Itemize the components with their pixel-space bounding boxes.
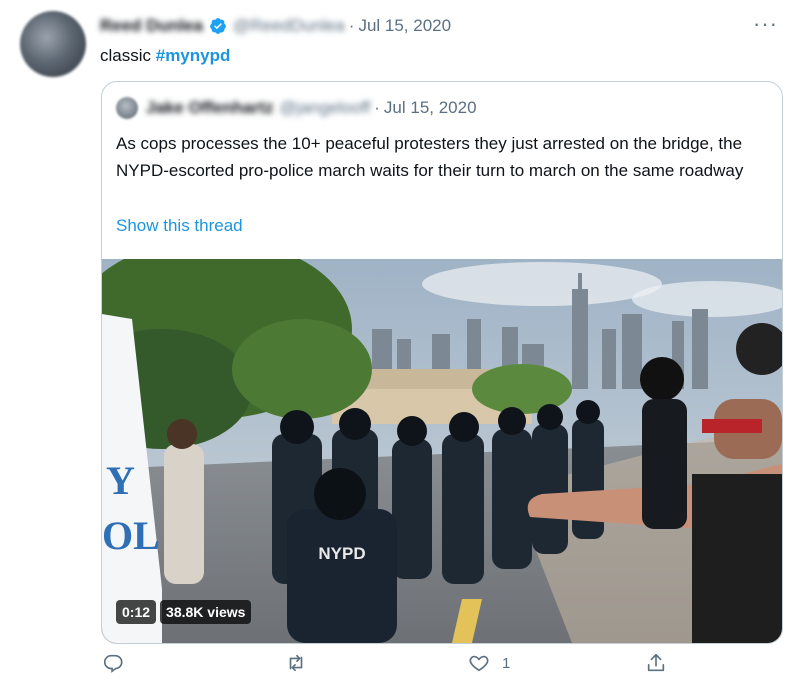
video-frame: NYPD Y OL xyxy=(102,259,782,643)
retweet-icon xyxy=(289,654,303,672)
tweet-date[interactable]: Jul 15, 2020 xyxy=(358,16,451,36)
video-duration: 0:12 xyxy=(116,600,157,624)
quoted-author-avatar xyxy=(116,97,138,119)
author-avatar[interactable] xyxy=(20,11,86,77)
share-button[interactable] xyxy=(645,652,679,674)
reply-icon xyxy=(103,654,123,673)
verified-badge-icon xyxy=(210,18,226,34)
quoted-header-separator: · xyxy=(374,98,380,117)
quoted-author-handle: @jangelooff xyxy=(279,98,371,117)
tweet-text-prefix: classic xyxy=(100,46,156,65)
tweet-text: classic #mynypd xyxy=(100,45,230,67)
hashtag-link[interactable]: #mynypd xyxy=(156,46,231,65)
reply-button[interactable] xyxy=(102,652,136,674)
quoted-tweet-date: Jul 15, 2020 xyxy=(383,98,477,117)
video-views: 38.8K views xyxy=(160,600,252,624)
like-button[interactable]: 1 xyxy=(468,652,510,674)
sign-text-1: Y xyxy=(106,458,135,503)
quoted-author-name: Jake Offenhartz xyxy=(146,98,274,117)
video-badges: 0:12 38.8K views xyxy=(116,600,252,624)
quoted-tweet[interactable]: Jake Offenhartz @jangelooff · Jul 15, 20… xyxy=(101,81,783,644)
quoted-tweet-header: Jake Offenhartz @jangelooff · Jul 15, 20… xyxy=(116,97,477,119)
quoted-tweet-text: As cops processes the 10+ peaceful prote… xyxy=(116,134,744,180)
tweet-header: Reed Dunlea @ReedDunlea · Jul 15, 2020 xyxy=(100,14,780,38)
heart-icon xyxy=(469,655,489,672)
vest-text: NYPD xyxy=(318,544,365,563)
video-player[interactable]: NYPD Y OL 0:12 38.8K views xyxy=(102,259,782,643)
author-name[interactable]: Reed Dunlea xyxy=(100,16,203,36)
like-count: 1 xyxy=(502,654,511,672)
retweet-button[interactable] xyxy=(285,652,319,674)
sign-text-2: OL xyxy=(102,513,160,558)
tweet-actions: 1 xyxy=(100,652,680,682)
more-options-icon[interactable]: ··· xyxy=(753,13,778,35)
share-icon xyxy=(647,653,665,672)
show-thread-link[interactable]: Show this thread xyxy=(116,216,243,236)
header-separator: · xyxy=(348,16,355,35)
author-handle[interactable]: @ReedDunlea xyxy=(233,16,345,36)
